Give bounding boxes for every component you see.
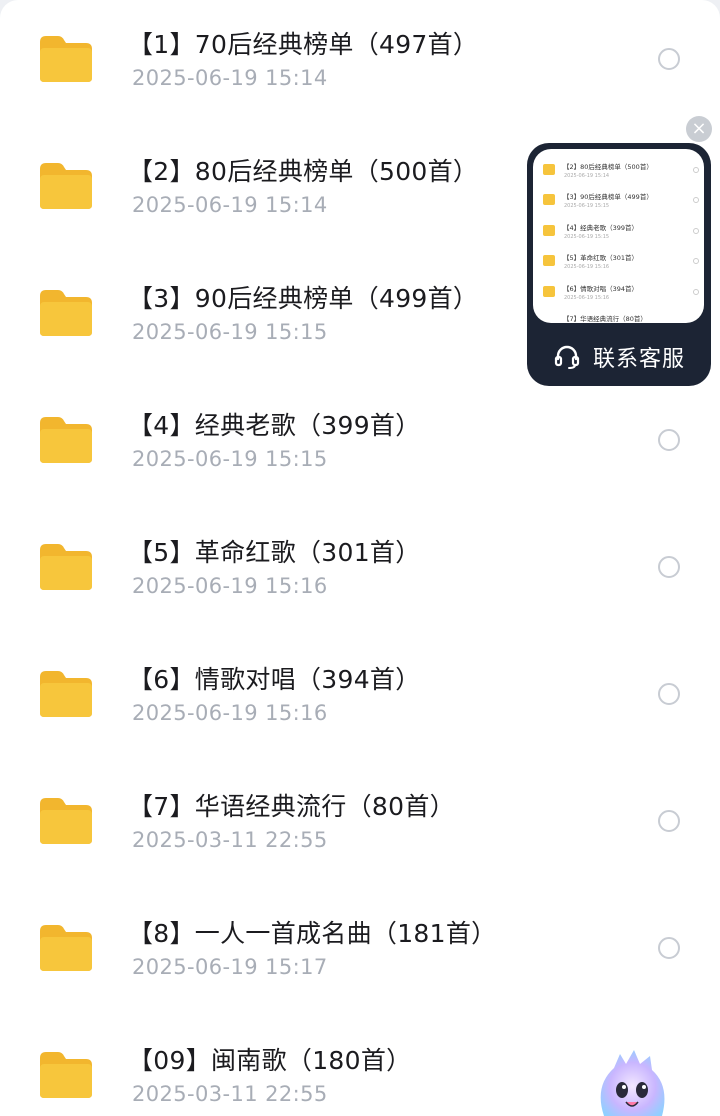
preview-row: 【6】情歌对唱（394首） 2025-06-19 15:16 (533, 279, 704, 309)
file-list-sheet: 【1】70后经典榜单（497首） 2025-06-19 15:14 【2】80后… (0, 0, 720, 1116)
select-radio[interactable] (658, 48, 680, 70)
preview-row: 【4】经典老歌（399首） 2025-06-19 15:15 (533, 218, 704, 248)
file-title: 【09】闽南歌（180首） (128, 1046, 412, 1075)
folder-icon (38, 923, 94, 973)
file-title: 【2】80后经典榜单（500首） (128, 157, 479, 186)
folder-icon (543, 164, 555, 175)
file-date: 2025-06-19 15:14 (132, 66, 328, 90)
preview-date: 2025-06-19 15:16 (564, 264, 610, 270)
file-title: 【1】70后经典榜单（497首） (128, 30, 479, 59)
customer-service-button[interactable]: 联系客服 (527, 333, 711, 377)
assistant-mascot-icon[interactable] (584, 1046, 680, 1116)
folder-icon (38, 796, 94, 846)
preview-row: 【3】90后经典榜单（499首） 2025-06-19 15:15 (533, 187, 704, 217)
select-radio (693, 289, 699, 295)
folder-icon (543, 225, 555, 236)
file-title: 【3】90后经典榜单（499首） (128, 284, 479, 313)
preview-title: 【2】80后经典榜单（500首） (563, 163, 653, 171)
select-radio[interactable] (658, 556, 680, 578)
customer-service-widget[interactable]: 【2】80后经典榜单（500首） 2025-06-19 15:14 【3】90后… (527, 143, 711, 386)
file-date: 2025-03-11 22:55 (132, 828, 328, 852)
folder-icon (38, 542, 94, 592)
file-title: 【7】华语经典流行（80首） (128, 792, 455, 821)
customer-service-label: 联系客服 (593, 347, 686, 372)
select-radio[interactable] (658, 810, 680, 832)
select-radio (693, 228, 699, 234)
preview-row: 【7】华语经典流行（80首） (533, 309, 704, 323)
customer-service-preview: 【2】80后经典榜单（500首） 2025-06-19 15:14 【3】90后… (533, 149, 704, 323)
file-date: 2025-06-19 15:17 (132, 955, 328, 979)
file-title: 【5】革命红歌（301首） (128, 538, 421, 567)
folder-icon (543, 194, 555, 205)
preview-title: 【3】90后经典榜单（499首） (563, 193, 653, 201)
file-date: 2025-06-19 15:16 (132, 574, 328, 598)
list-item[interactable]: 【6】情歌对唱（394首） 2025-06-19 15:16 (0, 635, 720, 762)
preview-title: 【4】经典老歌（399首） (563, 224, 639, 232)
list-item[interactable]: 【8】一人一首成名曲（181首） 2025-06-19 15:17 (0, 889, 720, 1016)
file-title: 【4】经典老歌（399首） (128, 411, 421, 440)
folder-icon (38, 161, 94, 211)
folder-icon (38, 1050, 94, 1100)
file-date: 2025-06-19 15:16 (132, 701, 328, 725)
file-date: 2025-06-19 15:15 (132, 447, 328, 471)
preview-date: 2025-06-19 15:16 (564, 295, 610, 301)
file-date: 2025-06-19 15:15 (132, 320, 328, 344)
select-radio[interactable] (658, 937, 680, 959)
list-item[interactable]: 【1】70后经典榜单（497首） 2025-06-19 15:14 (0, 0, 720, 127)
folder-icon (38, 415, 94, 465)
headset-icon (554, 345, 580, 369)
list-item[interactable]: 【7】华语经典流行（80首） 2025-03-11 22:55 (0, 762, 720, 889)
file-title: 【8】一人一首成名曲（181首） (128, 919, 497, 948)
folder-icon (38, 34, 94, 84)
list-item[interactable]: 【5】革命红歌（301首） 2025-06-19 15:16 (0, 508, 720, 635)
select-radio (693, 258, 699, 264)
list-item[interactable]: 【4】经典老歌（399首） 2025-06-19 15:15 (0, 381, 720, 508)
folder-icon (543, 286, 555, 297)
folder-icon (38, 288, 94, 338)
preview-date: 2025-06-19 15:14 (564, 173, 610, 179)
preview-date: 2025-06-19 15:15 (564, 234, 610, 240)
select-radio[interactable] (658, 683, 680, 705)
file-date: 2025-06-19 15:14 (132, 193, 328, 217)
preview-row: 【5】革命红歌（301首） 2025-06-19 15:16 (533, 248, 704, 278)
preview-title: 【5】革命红歌（301首） (563, 254, 639, 262)
preview-title: 【6】情歌对唱（394首） (563, 285, 639, 293)
select-radio[interactable] (658, 429, 680, 451)
preview-title: 【7】华语经典流行（80首） (563, 315, 647, 323)
select-radio (693, 167, 699, 173)
file-date: 2025-03-11 22:55 (132, 1082, 328, 1106)
close-icon[interactable]: × (686, 116, 712, 142)
select-radio (693, 197, 699, 203)
folder-icon (543, 255, 555, 266)
preview-date: 2025-06-19 15:15 (564, 203, 610, 209)
preview-row: 【2】80后经典榜单（500首） 2025-06-19 15:14 (533, 157, 704, 187)
file-title: 【6】情歌对唱（394首） (128, 665, 421, 694)
folder-icon (38, 669, 94, 719)
